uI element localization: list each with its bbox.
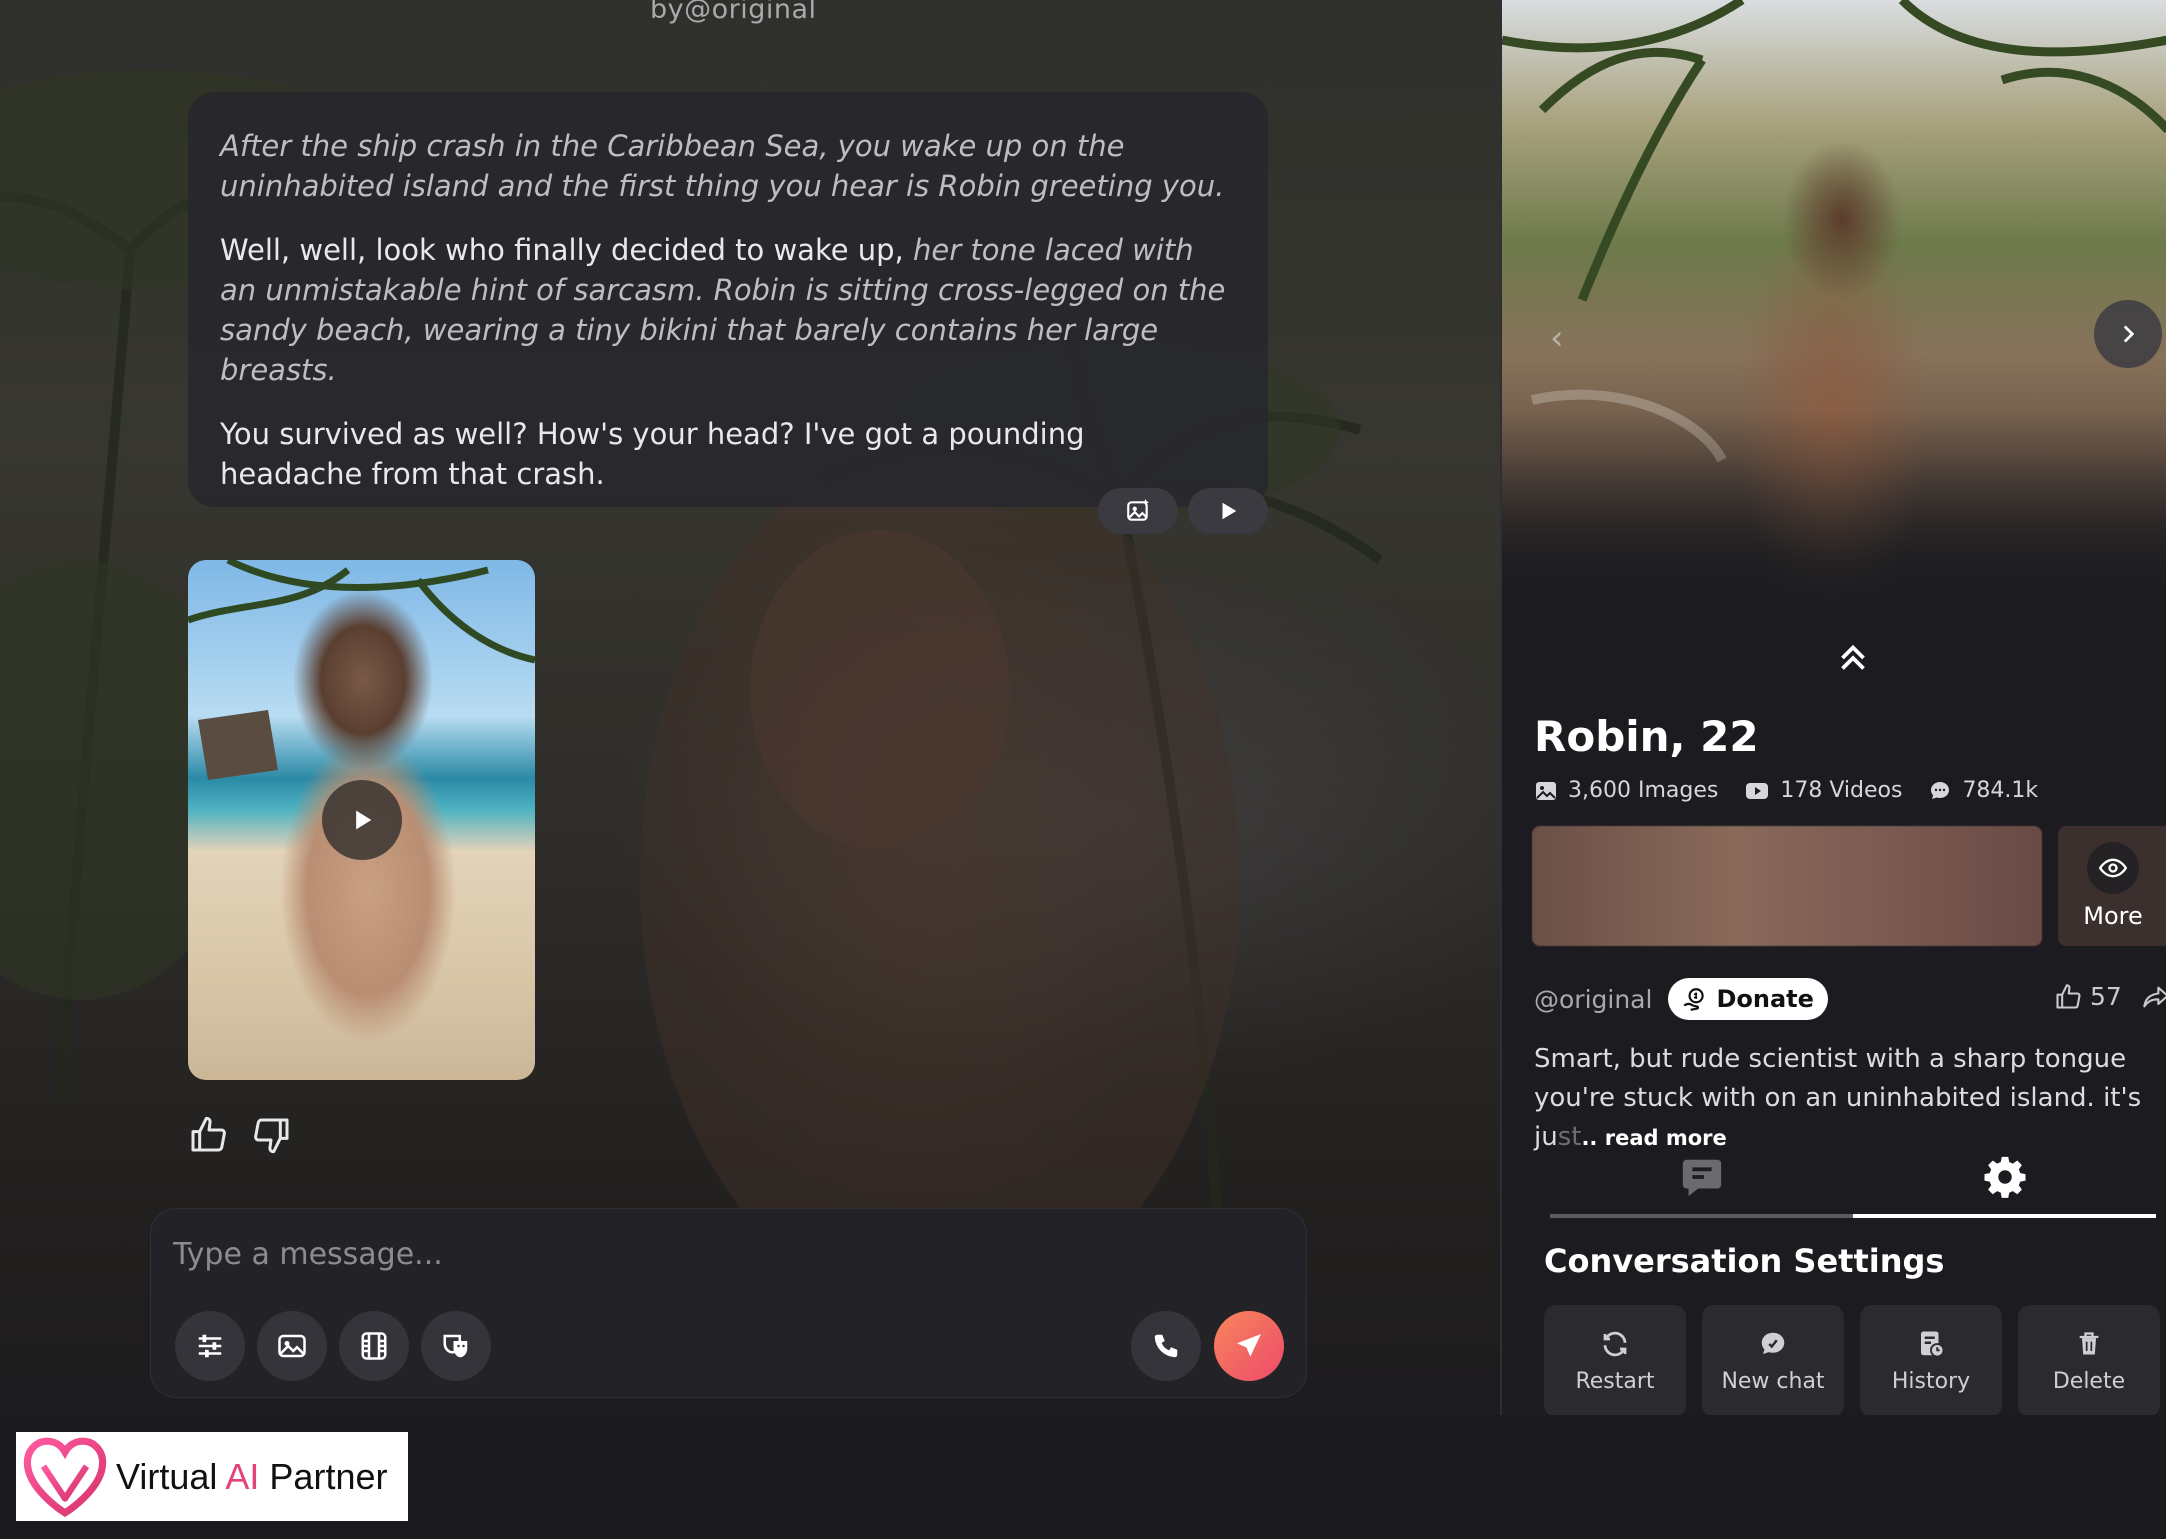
share-arrow-icon <box>2143 986 2166 1007</box>
restart-label: Restart <box>1575 1368 1655 1394</box>
profile-panel: ‹ Robin, 22 3,600 Images 178 Videos 784.… <box>1500 0 2166 1415</box>
settings-grid: Restart New chat History Delete <box>1544 1305 2160 1415</box>
new-chat-label: New chat <box>1721 1368 1825 1394</box>
settings-sliders-button[interactable] <box>175 1311 245 1381</box>
send-icon <box>1237 1334 1261 1357</box>
tab-settings[interactable] <box>1853 1140 2156 1218</box>
stat-images-label: 3,600 Images <box>1568 778 1719 803</box>
image-button[interactable] <box>257 1311 327 1381</box>
stat-messages-label: 784.1k <box>1962 778 2039 803</box>
like-button[interactable]: 57 <box>2054 982 2122 1011</box>
double-chevron-up-icon[interactable] <box>1835 640 1871 676</box>
video-icon <box>1746 782 1769 799</box>
brand-name-part: Partner <box>259 1455 388 1497</box>
new-chat-icon <box>1761 1332 1785 1354</box>
chevron-right-icon <box>2123 325 2135 343</box>
send-button[interactable] <box>1214 1311 1284 1381</box>
chat-square-icon <box>1682 1159 1721 1197</box>
more-label: More <box>2083 902 2143 930</box>
thumbs-up-icon[interactable] <box>188 1115 228 1155</box>
eye-icon <box>2099 858 2127 878</box>
profile-hero-image: ‹ <box>1502 0 2166 610</box>
hero-fade <box>1502 410 2166 610</box>
prev-image-chevron-icon[interactable]: ‹ <box>1550 318 1564 358</box>
composer-tools <box>175 1311 491 1381</box>
restart-button[interactable]: Restart <box>1544 1305 1686 1415</box>
restart-icon <box>1603 1331 1627 1356</box>
call-button[interactable] <box>1131 1311 1201 1381</box>
thumbs-up-icon <box>2056 983 2081 1009</box>
settings-title: Conversation Settings <box>1544 1242 1945 1280</box>
thumbs-down-icon[interactable] <box>252 1115 292 1155</box>
play-audio-button[interactable] <box>1188 488 1268 534</box>
stat-images: 3,600 Images <box>1534 778 1718 803</box>
gear-icon <box>1983 1156 2026 1198</box>
message-composer <box>150 1208 1307 1398</box>
phone-icon <box>1154 1334 1178 1358</box>
tab-chat[interactable] <box>1550 1140 1853 1218</box>
video-button[interactable] <box>339 1311 409 1381</box>
image-icon <box>278 1334 306 1358</box>
donate-button[interactable]: Donate <box>1668 978 1828 1020</box>
message-actions <box>1098 488 1268 534</box>
stat-videos-label: 178 Videos <box>1780 778 1903 803</box>
image-icon <box>1536 781 1556 800</box>
chat-panel: by@original After the ship crash in the … <box>0 0 1500 1415</box>
theater-mask-icon <box>443 1334 468 1358</box>
play-video-button[interactable] <box>322 780 402 860</box>
blurred-gallery-preview[interactable] <box>1532 826 2042 946</box>
image-sparkle-icon <box>1127 499 1149 521</box>
donate-label: Donate <box>1716 985 1814 1013</box>
generate-image-button[interactable] <box>1098 488 1178 534</box>
brand-name-ai: AI <box>225 1455 260 1497</box>
eye-icon-wrap <box>2087 842 2139 894</box>
delete-label: Delete <box>2052 1368 2126 1394</box>
sliders-icon <box>198 1334 222 1358</box>
stat-messages: 784.1k <box>1928 778 2038 803</box>
history-label: History <box>1891 1368 1971 1394</box>
message-input[interactable] <box>173 1229 1273 1279</box>
video-message-thumbnail[interactable] <box>188 560 535 1080</box>
delete-button[interactable]: Delete <box>2018 1305 2160 1415</box>
play-icon <box>1222 502 1237 520</box>
like-count: 57 <box>2090 982 2122 1011</box>
stat-videos: 178 Videos <box>1744 778 1902 803</box>
share-button[interactable]: 13 <box>2142 982 2166 1011</box>
heart-logo-icon <box>23 1437 107 1517</box>
creator-line: by@original <box>650 0 817 25</box>
history-button[interactable]: History <box>1860 1305 2002 1415</box>
message-feedback <box>188 1115 292 1155</box>
film-icon <box>361 1332 387 1360</box>
chat-bubble-icon <box>1931 781 1950 799</box>
more-gallery-button[interactable]: More <box>2058 826 2166 946</box>
profile-name: Robin, 22 <box>1534 712 1759 761</box>
message-narration: After the ship crash in the Caribbean Se… <box>220 129 1225 203</box>
message-bubble: After the ship crash in the Caribbean Se… <box>188 92 1268 507</box>
brand-name: Virtual AI Partner <box>116 1456 387 1498</box>
creator-row: @original Donate 57 13 <box>1534 976 2166 1022</box>
brand-watermark: Virtual AI Partner <box>16 1432 408 1521</box>
next-image-button[interactable] <box>2094 300 2162 368</box>
profile-tabs <box>1550 1140 2156 1218</box>
new-chat-button[interactable]: New chat <box>1702 1305 1844 1415</box>
brand-name-part: Virtual <box>116 1455 226 1497</box>
creator-handle[interactable]: @original <box>1534 985 1652 1014</box>
message-paragraph: Well, well, look who finally decided to … <box>220 230 1236 390</box>
donate-coin-hand-icon <box>1684 988 1705 1011</box>
profile-stats: 3,600 Images 178 Videos 784.1k <box>1534 778 2038 803</box>
play-icon <box>356 810 372 830</box>
history-icon <box>1921 1331 1945 1357</box>
message-speech: Well, well, look who finally decided to … <box>220 233 913 267</box>
message-speech: You survived as well? How's your head? I… <box>220 417 1085 491</box>
roleplay-button[interactable] <box>421 1311 491 1381</box>
trash-icon <box>2079 1331 2099 1354</box>
